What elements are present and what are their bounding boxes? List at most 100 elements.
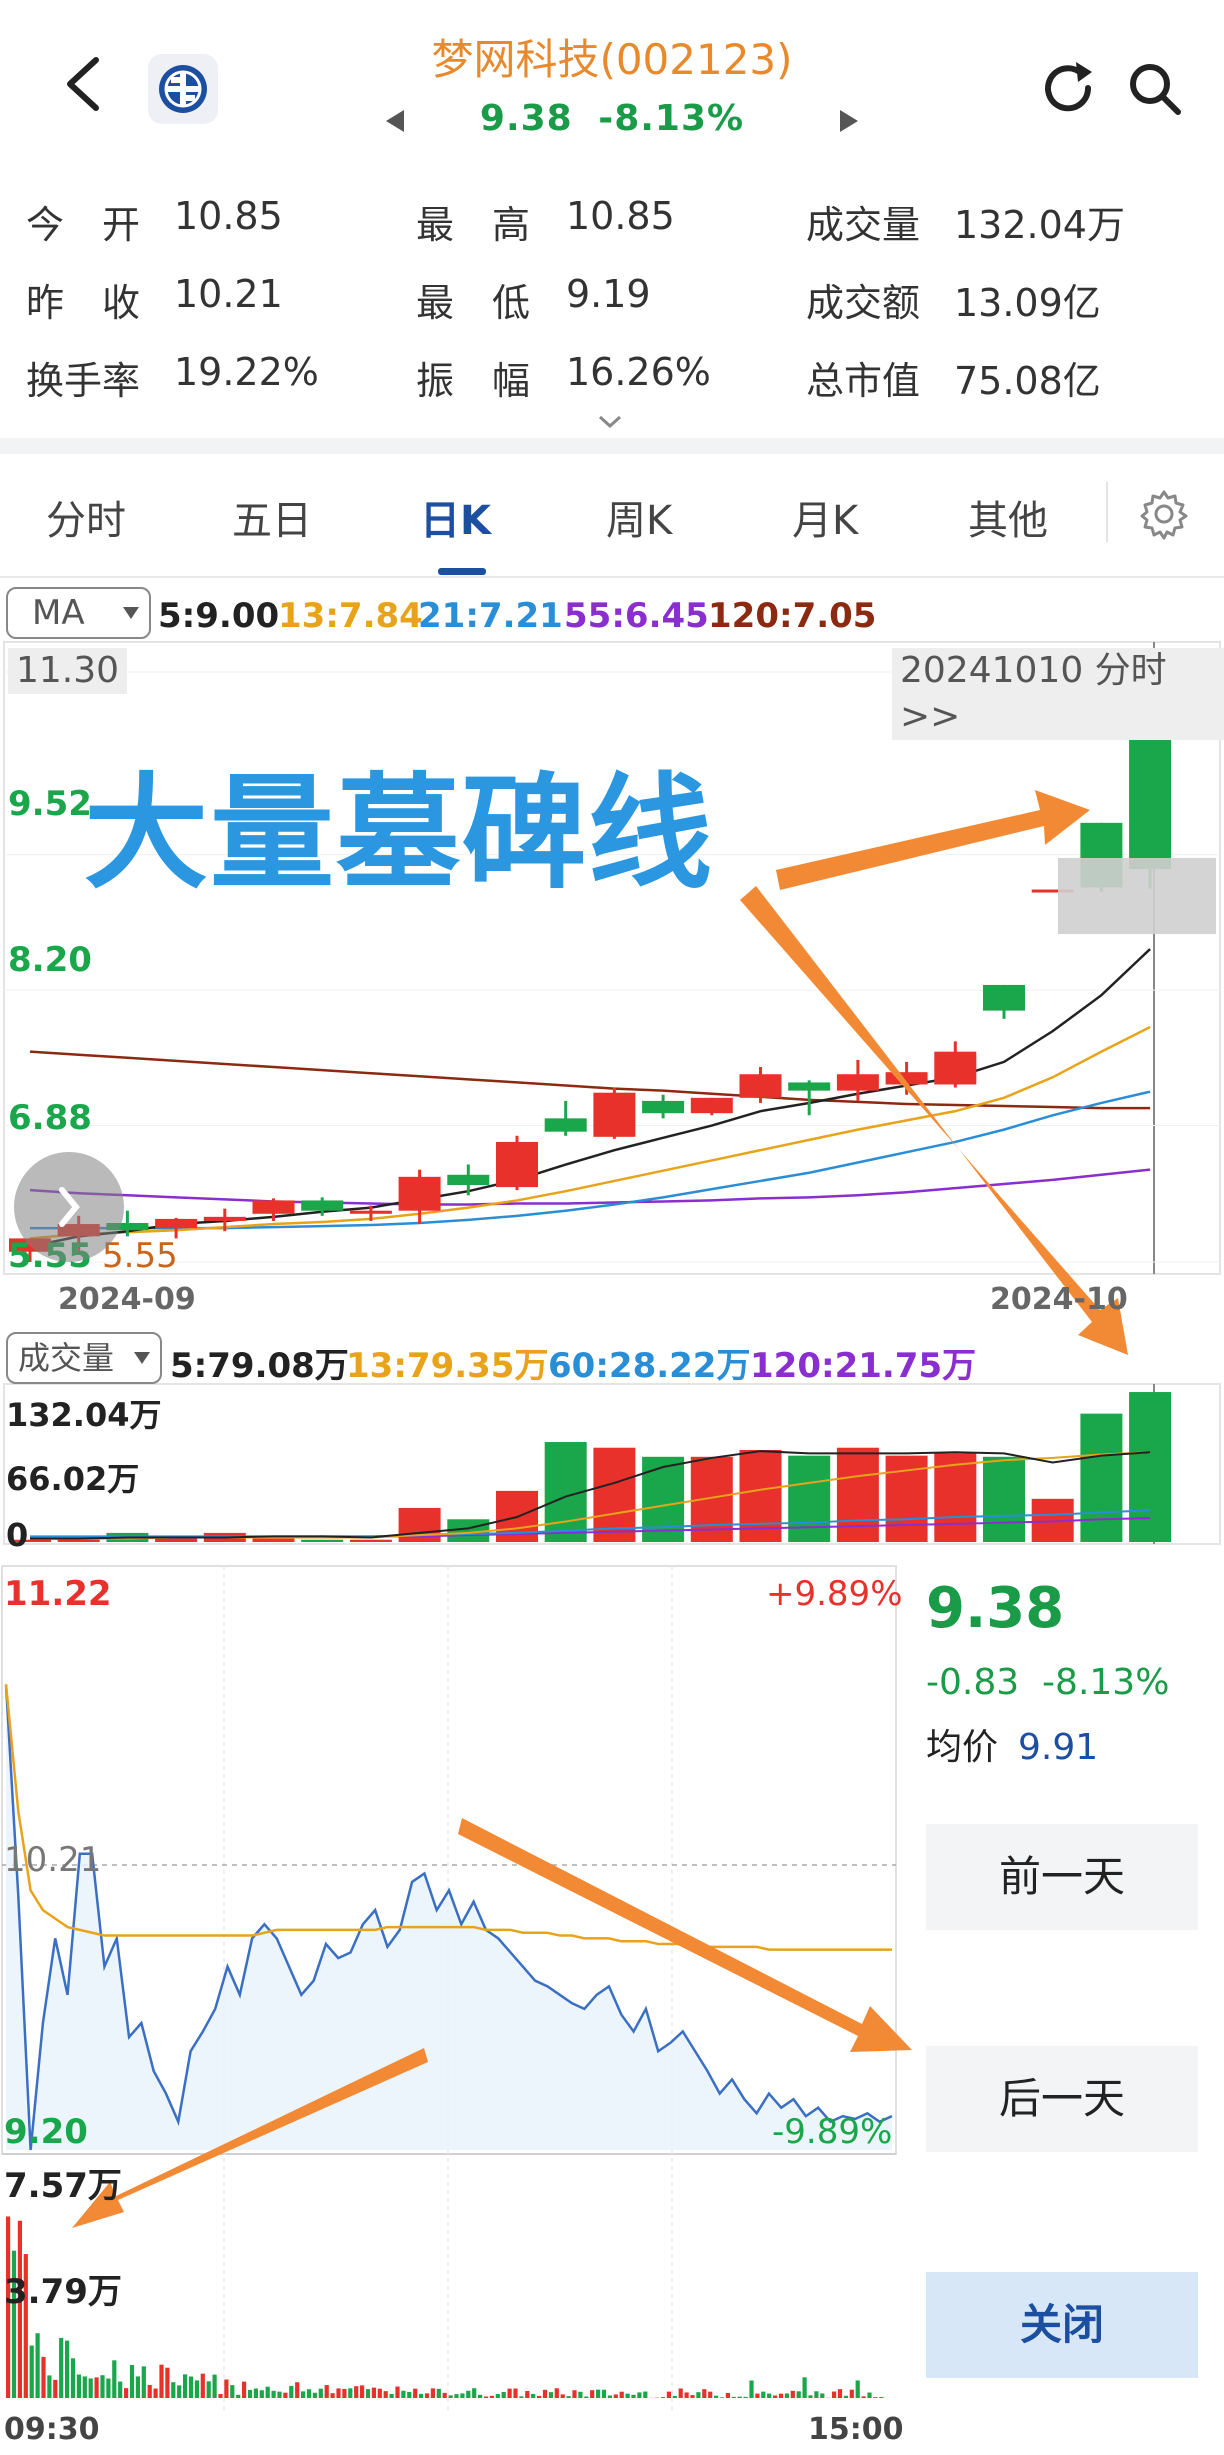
annotation-banner: 大量墓碑线 <box>84 762 715 906</box>
ts-price-area <box>6 1684 892 2150</box>
close-button[interactable]: 关闭 <box>926 2272 1198 2378</box>
ts-volume-bar <box>324 2385 329 2398</box>
candle-body <box>252 1200 295 1214</box>
ts-volume-bar <box>714 2395 719 2398</box>
ts-volume-bar <box>478 2394 483 2398</box>
ts-volume-bar <box>389 2393 394 2398</box>
ts-volume-bar <box>554 2388 559 2398</box>
crosshair-price-box <box>1058 858 1216 934</box>
ts-volume-bar <box>29 2345 34 2398</box>
vol-y-mid: 66.02万 <box>6 1460 140 1498</box>
ts-volume-bar <box>354 2386 359 2398</box>
candle-body <box>983 984 1025 1011</box>
ts-volume-bar <box>188 2376 194 2398</box>
ts-volume-bar <box>820 2393 825 2398</box>
ts-volume-bar <box>330 2393 335 2398</box>
ts-volume-bar <box>76 2374 81 2398</box>
ts-volume-bar <box>472 2388 477 2398</box>
prev-day-button[interactable]: 前一天 <box>926 1824 1198 1930</box>
ts-volume-bar <box>59 2337 64 2398</box>
kline-y-top: 11.30 <box>8 648 128 694</box>
ts-volume-bar <box>141 2366 146 2398</box>
ts-volume-bar <box>855 2380 860 2398</box>
ts-volume-bar <box>778 2393 784 2398</box>
ts-volume-bar <box>749 2380 754 2398</box>
ts-volume-bar <box>65 2340 70 2398</box>
ts-volume-bar <box>70 2358 76 2398</box>
volume-bar <box>983 1456 1025 1542</box>
vol-ma120-line <box>30 1517 1151 1539</box>
ts-volume-bar <box>678 2388 683 2398</box>
ts-volume-bar <box>784 2393 789 2398</box>
ts-volume-bar <box>200 2373 205 2398</box>
ts-volume-bar <box>631 2394 636 2398</box>
ts-volume-bar <box>849 2389 854 2398</box>
ts-volume-bar <box>112 2360 117 2398</box>
ts-volume-bar <box>124 2388 129 2398</box>
ts-volume-bar <box>106 2378 111 2398</box>
ts-volume-bar <box>295 2382 300 2398</box>
ts-volume-bar <box>708 2391 713 2398</box>
volume-bar <box>155 1538 198 1542</box>
vol-ma13-line <box>30 1451 1151 1540</box>
ts-volume-bar <box>590 2390 595 2398</box>
ts-volume-bar <box>47 2375 52 2398</box>
ts-volume-bar <box>672 2395 677 2398</box>
ts-volume-bar <box>430 2388 435 2398</box>
ts-volume-bar <box>242 2381 247 2398</box>
ts-volume-bar <box>767 2393 772 2398</box>
vol-ma120-label: 120:21.75万 <box>750 1346 977 1386</box>
ts-volume-bar <box>560 2394 565 2398</box>
scroll-handle[interactable] <box>14 1152 124 1262</box>
ts-volume-bar <box>808 2395 813 2398</box>
ts-volume-bar <box>584 2396 589 2398</box>
ts-volume-bar <box>283 2392 288 2398</box>
ts-volume-bar <box>507 2388 512 2398</box>
candle-body <box>739 1074 782 1098</box>
ts-volume-bar <box>365 2389 371 2398</box>
volume-indicator-select[interactable]: 成交量 <box>6 1332 162 1384</box>
ts-volume-bar <box>613 2394 618 2398</box>
ts-volume-bar <box>129 2365 135 2398</box>
candle-body <box>836 1074 879 1091</box>
vol-y-max: 132.04万 <box>6 1396 162 1434</box>
candle-body <box>496 1141 538 1188</box>
volume-bars <box>9 1392 1172 1542</box>
kline-y-label-2: 9.52 <box>8 784 92 824</box>
ts-volume-bar <box>88 2378 93 2398</box>
ts-time-start: 09:30 <box>4 2412 100 2447</box>
ts-volume-bar <box>660 2397 666 2398</box>
candle-body <box>155 1218 198 1229</box>
kline-ma-lines <box>29 948 1151 1248</box>
ts-vol-mid: 3.79万 <box>4 2272 122 2312</box>
ts-volume-bar <box>454 2394 459 2398</box>
kline-date-box[interactable]: 20241010 分时>> <box>892 648 1224 740</box>
kline-x-label-1: 2024-09 <box>58 1282 196 1317</box>
ts-volume-bar <box>236 2394 241 2398</box>
volume-ma-lines <box>30 1450 1151 1540</box>
ts-volume-bar <box>82 2376 87 2398</box>
ts-volume-bar <box>501 2391 506 2398</box>
ts-volume-bar <box>566 2396 571 2398</box>
drag-handle-icon <box>59 1187 80 1227</box>
ts-volume-bar <box>301 2391 306 2398</box>
ts-volume-bar <box>53 2379 58 2398</box>
ts-volume-bar <box>194 2380 199 2398</box>
volume-bar <box>1080 1413 1123 1542</box>
next-day-button[interactable]: 后一天 <box>926 2046 1198 2152</box>
vol-ma5-label: 5:79.08万 <box>170 1346 349 1386</box>
ts-volume-bar <box>773 2395 778 2398</box>
ts-volume-bar <box>100 2375 105 2398</box>
ts-volume-bar <box>271 2390 276 2398</box>
ts-volume-bar <box>637 2392 642 2398</box>
ts-volume-bar <box>259 2390 264 2398</box>
ts-volume-bar <box>814 2391 819 2398</box>
ts-volume-bar <box>837 2389 843 2398</box>
ts-volume-bar <box>572 2390 577 2398</box>
vol-ma13-label: 13:79.35万 <box>346 1346 549 1386</box>
ts-volume-bar <box>625 2393 630 2398</box>
arrow-to-tombstones <box>776 790 1090 890</box>
vol-y-zero: 0 <box>6 1516 29 1554</box>
kline-x-label-2: 2024-10 <box>990 1282 1128 1317</box>
ts-volume-bar <box>542 2389 548 2398</box>
